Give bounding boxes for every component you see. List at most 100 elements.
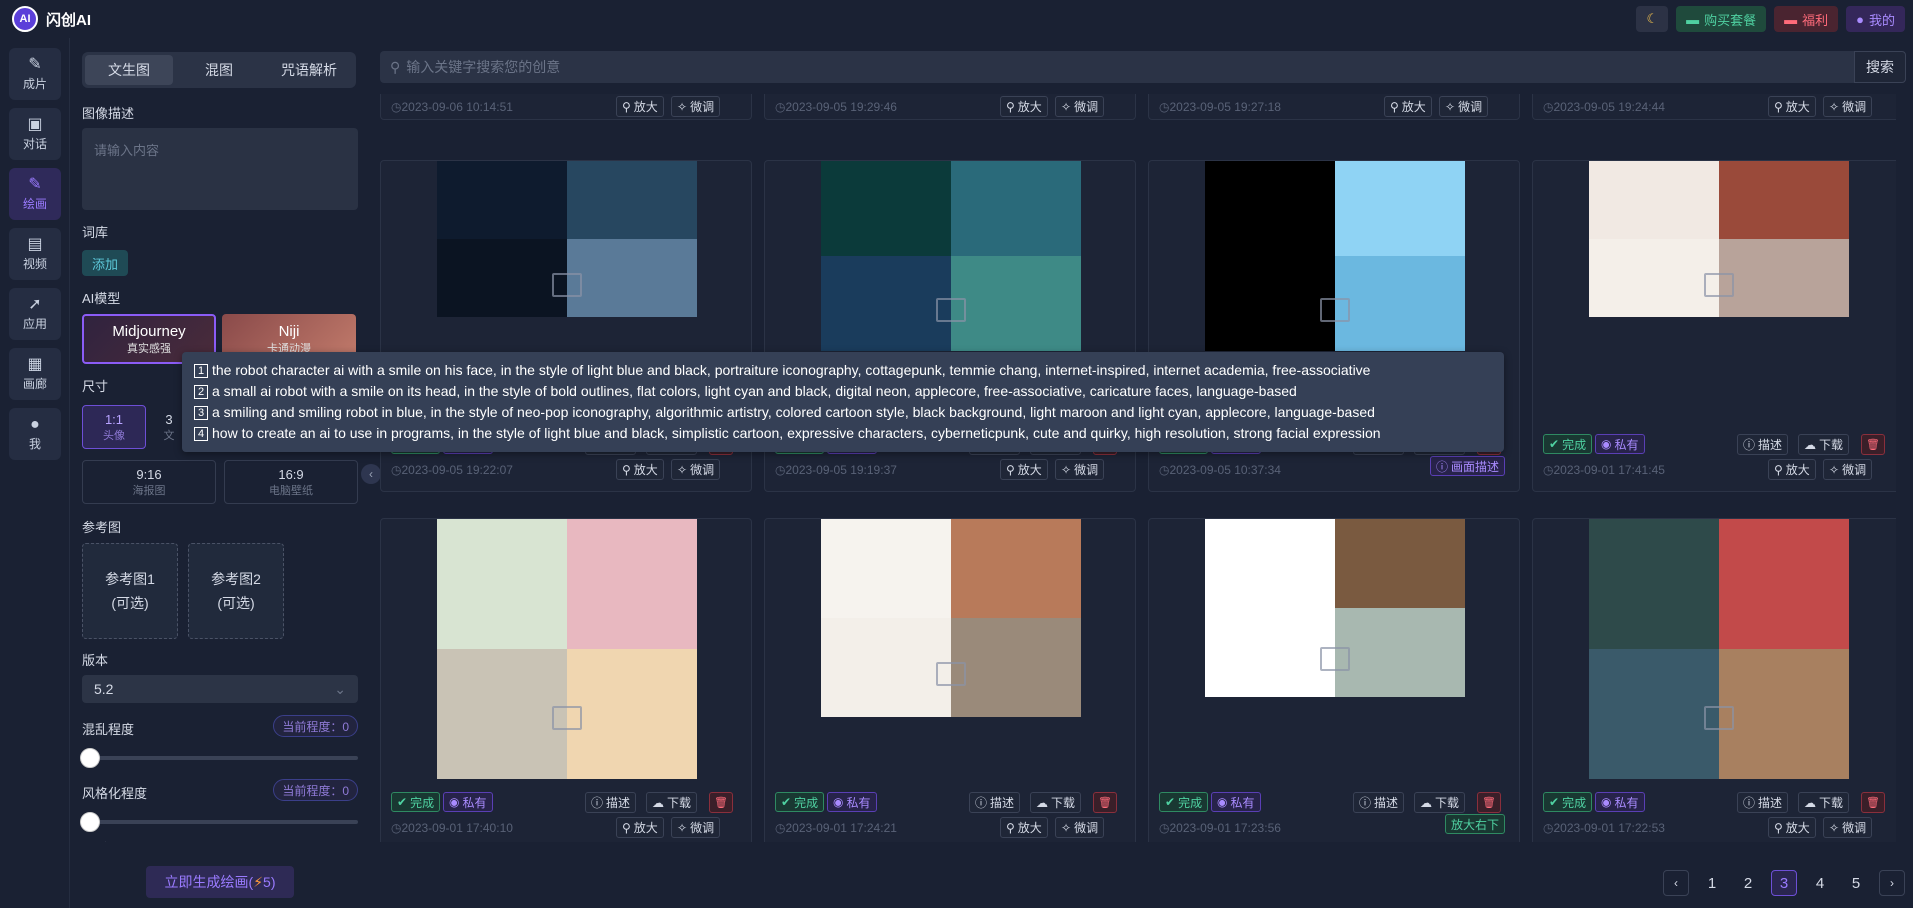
download-button[interactable]: ☁下载 — [1798, 792, 1850, 813]
generated-image[interactable] — [1205, 161, 1465, 351]
prompt-tooltip: 1 the robot character ai with a smile on … — [182, 352, 1504, 452]
delete-button[interactable]: 🗑 — [1861, 792, 1885, 813]
theme-toggle-button[interactable]: ☾ — [1636, 6, 1669, 32]
slider-handle[interactable] — [80, 748, 100, 768]
download-button[interactable]: ☁下载 — [1030, 792, 1082, 813]
describe-button[interactable]: ⓘ描述 — [585, 792, 637, 813]
size-9-16[interactable]: 9:16 海报图 — [82, 460, 216, 504]
ref-image-1[interactable]: 参考图1 (可选) — [82, 543, 178, 639]
tweak-button[interactable]: ✧ 微调 — [671, 459, 721, 480]
upscale-bottom-right-button[interactable]: 放大右下 — [1444, 814, 1505, 834]
chaos-slider[interactable] — [80, 748, 358, 768]
tweak-button[interactable]: ✧ 微调 — [1823, 459, 1873, 480]
zoom-button[interactable]: ⚲ 放大 — [1384, 96, 1432, 117]
generated-image[interactable] — [1589, 161, 1849, 317]
page-button[interactable]: 5 — [1843, 870, 1869, 896]
rail-item-paint[interactable]: ✎ 绘画 — [9, 168, 61, 220]
size-16-9[interactable]: 16:9 电脑壁纸 — [224, 460, 358, 504]
describe-button[interactable]: ⓘ描述 — [969, 792, 1021, 813]
generated-image[interactable] — [821, 161, 1081, 351]
zoom-button[interactable]: ⚲ 放大 — [1768, 96, 1816, 117]
size-1-1[interactable]: 1:1 头像 — [82, 405, 146, 449]
tooltip-text[interactable]: the robot character ai with a smile on h… — [212, 362, 1370, 378]
prev-page-button[interactable]: ‹ — [1663, 870, 1689, 896]
download-button[interactable]: ☁下载 — [646, 792, 698, 813]
zoom-button[interactable]: ⚲ 放大 — [616, 817, 664, 838]
generated-image[interactable] — [437, 519, 697, 779]
tab-prompt-analysis[interactable]: 咒语解析 — [265, 55, 353, 85]
download-button[interactable]: ☁下载 — [1798, 434, 1850, 455]
private-badge[interactable]: ◉私有 — [827, 792, 877, 812]
delete-button[interactable]: 🗑 — [1477, 792, 1501, 813]
private-badge[interactable]: ◉私有 — [443, 792, 493, 812]
generated-image[interactable] — [821, 519, 1081, 717]
zoom-button[interactable]: ⚲ 放大 — [1768, 459, 1816, 480]
mine-button[interactable]: ● 我的 — [1846, 6, 1905, 32]
stylize-slider[interactable] — [80, 812, 358, 832]
tweak-button[interactable]: ✧ 微调 — [1439, 96, 1489, 117]
zoom-button[interactable]: ⚲ 放大 — [616, 96, 664, 117]
search-input[interactable]: ⚲ 输入关键字搜索您的创意 — [380, 51, 1854, 83]
search-icon: ⚲ — [622, 462, 631, 477]
rail-item-film[interactable]: ✎ 成片 — [9, 48, 61, 100]
tweak-button[interactable]: ✧ 微调 — [1055, 817, 1105, 838]
magic-wand-icon: ✧ — [1829, 462, 1840, 477]
tweak-button[interactable]: ✧ 微调 — [1055, 96, 1105, 117]
rail-item-chat[interactable]: ▣ 对话 — [9, 108, 61, 160]
private-badge[interactable]: ◉私有 — [1595, 792, 1645, 812]
delete-button[interactable]: 🗑 — [709, 792, 733, 813]
tooltip-text[interactable]: a smiling and smiling robot in blue, in … — [212, 404, 1375, 420]
private-badge[interactable]: ◉私有 — [1595, 434, 1645, 454]
page-button[interactable]: 4 — [1807, 870, 1833, 896]
describe-button[interactable]: ⓘ描述 — [1353, 792, 1405, 813]
delete-button[interactable]: 🗑 — [1093, 792, 1117, 813]
zoom-button[interactable]: ⚲ 放大 — [1000, 96, 1048, 117]
search-button[interactable]: 搜索 — [1854, 51, 1906, 83]
generated-image[interactable] — [437, 161, 697, 317]
zoom-button[interactable]: ⚲ 放大 — [1000, 817, 1048, 838]
page-button[interactable]: 2 — [1735, 870, 1761, 896]
rail-item-video[interactable]: ▤ 视频 — [9, 228, 61, 280]
tooltip-text[interactable]: a small ai robot with a smile on its hea… — [212, 383, 1297, 399]
generated-image[interactable] — [1205, 519, 1465, 697]
info-icon: ⓘ — [1359, 796, 1372, 810]
page-button[interactable]: 1 — [1699, 870, 1725, 896]
generated-image[interactable] — [1589, 519, 1849, 779]
page-button-current[interactable]: 3 — [1771, 870, 1797, 896]
tweak-button[interactable]: ✧ 微调 — [1823, 817, 1873, 838]
delete-button[interactable]: 🗑 — [1861, 434, 1885, 455]
tweak-label: 微调 — [690, 821, 715, 835]
version-select[interactable]: 5.2 ⌄ — [82, 675, 358, 703]
rail-item-gallery[interactable]: ▦ 画廊 — [9, 348, 61, 400]
zoom-button[interactable]: ⚲ 放大 — [1768, 817, 1816, 838]
tweak-button[interactable]: ✧ 微调 — [1055, 459, 1105, 480]
app-logo[interactable]: AI — [12, 6, 38, 32]
tweak-button[interactable]: ✧ 微调 — [671, 96, 721, 117]
collapse-panel-button[interactable]: ‹ — [361, 464, 381, 484]
tab-blend[interactable]: 混图 — [175, 55, 263, 85]
welfare-button[interactable]: ▬ 福利 — [1774, 6, 1839, 32]
tweak-button[interactable]: ✧ 微调 — [671, 817, 721, 838]
rail-item-me[interactable]: ● 我 — [9, 408, 61, 460]
next-page-button[interactable]: › — [1879, 870, 1905, 896]
generate-button[interactable]: 立即生成绘画(⚡ 5) — [146, 866, 294, 898]
slider-handle[interactable] — [80, 812, 100, 832]
size-option-hidden[interactable]: 3文 — [154, 405, 184, 449]
download-button[interactable]: ☁下载 — [1414, 792, 1466, 813]
describe-button[interactable]: ⓘ描述 — [1737, 792, 1789, 813]
buy-plan-button[interactable]: ▬ 购买套餐 — [1676, 6, 1767, 32]
tab-text-to-image[interactable]: 文生图 — [85, 55, 173, 85]
zoom-button[interactable]: ⚲ 放大 — [1000, 459, 1048, 480]
add-lexicon-button[interactable]: 添加 — [82, 250, 128, 276]
ref-image-2[interactable]: 参考图2 (可选) — [188, 543, 284, 639]
zoom-button[interactable]: ⚲ 放大 — [616, 459, 664, 480]
scene-describe-button[interactable]: ⓘ 画面描述 — [1429, 456, 1505, 476]
zoom-label: 放大 — [1017, 463, 1042, 477]
tooltip-text[interactable]: how to create an ai to use in programs, … — [212, 425, 1381, 441]
rail-item-apps[interactable]: ➚ 应用 — [9, 288, 61, 340]
bottom-bar — [70, 842, 1913, 908]
private-badge[interactable]: ◉私有 — [1211, 792, 1261, 812]
describe-button[interactable]: ⓘ描述 — [1737, 434, 1789, 455]
desc-input[interactable]: 请输入内容 — [82, 128, 358, 210]
tweak-button[interactable]: ✧ 微调 — [1823, 96, 1873, 117]
